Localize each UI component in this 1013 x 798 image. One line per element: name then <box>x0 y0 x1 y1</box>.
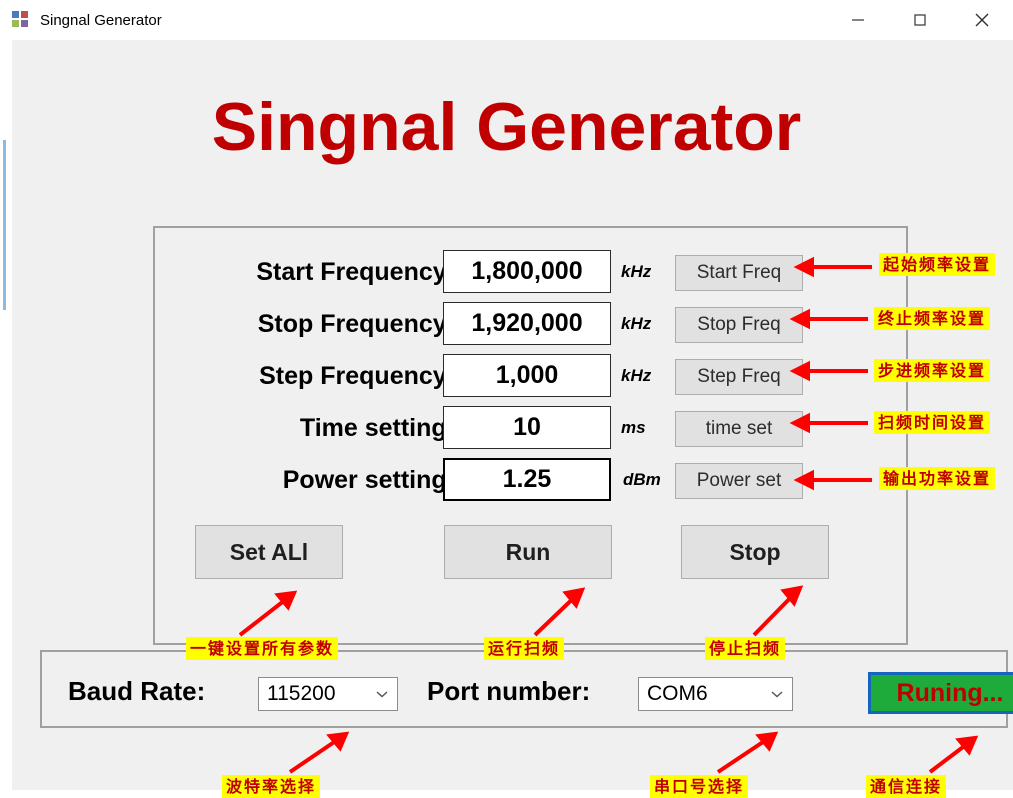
label-start-frequency: Start Frequency: <box>256 258 455 286</box>
button-step-freq[interactable]: Step Freq <box>675 359 803 395</box>
annotation-port-number: 串口号选择 <box>650 775 749 798</box>
title-bar: Singnal Generator <box>0 0 1013 40</box>
annotation-baud-rate: 波特率选择 <box>222 775 321 798</box>
annotation-stop: 停止扫频 <box>705 637 786 661</box>
input-stop-frequency[interactable]: 1,920,000 <box>443 302 611 345</box>
row-stop-frequency: Stop Frequency: 1,920,000 kHz Stop Freq <box>155 302 910 348</box>
button-time-set[interactable]: time set <box>675 411 803 447</box>
unit-stop-frequency: kHz <box>621 314 652 333</box>
app-icon <box>12 11 30 29</box>
chevron-down-icon-port[interactable] <box>762 678 792 710</box>
annotation-time-set: 扫频时间设置 <box>874 411 991 435</box>
label-stop-frequency: Stop Frequency: <box>257 310 455 338</box>
page-title: Singnal Generator <box>211 89 802 165</box>
button-run[interactable]: Run <box>444 525 612 579</box>
client-area: Singnal Generator Start Frequency: 1,800… <box>0 40 1013 798</box>
connection-group: Baud Rate: 115200 Port number: COM6 Runi… <box>40 650 1013 728</box>
window-title: Singnal Generator <box>40 11 162 29</box>
row-time-setting: Time setting: 10 ms time set <box>155 406 910 452</box>
chevron-down-icon[interactable] <box>367 678 397 710</box>
input-step-frequency[interactable]: 1,000 <box>443 354 611 397</box>
select-port-number[interactable]: COM6 <box>638 677 793 711</box>
window-controls <box>827 0 1013 40</box>
select-port-number-value: COM6 <box>647 682 708 705</box>
annotation-connection: 通信连接 <box>866 775 947 798</box>
minimize-icon[interactable] <box>827 0 889 40</box>
button-stop[interactable]: Stop <box>681 525 829 579</box>
select-baud-rate-value: 115200 <box>267 682 336 705</box>
label-power-setting: Power setting: <box>282 466 455 494</box>
unit-power-setting: dBm <box>623 470 661 489</box>
input-power-setting[interactable]: 1.25 <box>443 458 611 501</box>
maximize-icon[interactable] <box>889 0 951 40</box>
close-icon[interactable] <box>951 0 1013 40</box>
annotation-power-set: 输出功率设置 <box>879 467 996 491</box>
label-time-setting: Time setting: <box>299 414 455 442</box>
row-power-setting: Power setting: 1.25 dBm Power set <box>155 458 910 504</box>
label-port-number: Port number: <box>427 676 591 706</box>
label-baud-rate: Baud Rate: <box>68 676 206 706</box>
annotation-step-freq: 步进频率设置 <box>874 359 991 383</box>
label-step-frequency: Step Frequency: <box>259 362 455 390</box>
select-baud-rate[interactable]: 115200 <box>258 677 398 711</box>
status-badge-connection[interactable]: Runing... <box>868 672 1013 714</box>
button-set-all[interactable]: Set ALl <box>195 525 343 579</box>
row-start-frequency: Start Frequency: 1,800,000 kHz Start Fre… <box>155 250 910 296</box>
button-start-freq[interactable]: Start Freq <box>675 255 803 291</box>
unit-start-frequency: kHz <box>621 262 652 281</box>
button-stop-freq[interactable]: Stop Freq <box>675 307 803 343</box>
annotation-run: 运行扫频 <box>484 637 565 661</box>
annotation-set-all: 一键设置所有参数 <box>186 637 339 661</box>
row-step-frequency: Step Frequency: 1,000 kHz Step Freq <box>155 354 910 400</box>
button-power-set[interactable]: Power set <box>675 463 803 499</box>
annotation-start-freq: 起始频率设置 <box>879 253 996 277</box>
unit-time-setting: ms <box>621 418 646 437</box>
unit-step-frequency: kHz <box>621 366 652 385</box>
annotation-stop-freq: 终止频率设置 <box>874 307 991 331</box>
input-time-setting[interactable]: 10 <box>443 406 611 449</box>
parameters-group: Start Frequency: 1,800,000 kHz Start Fre… <box>153 226 908 645</box>
app-window: Singnal Generator Singnal Generator Star… <box>0 0 1013 798</box>
input-start-frequency[interactable]: 1,800,000 <box>443 250 611 293</box>
